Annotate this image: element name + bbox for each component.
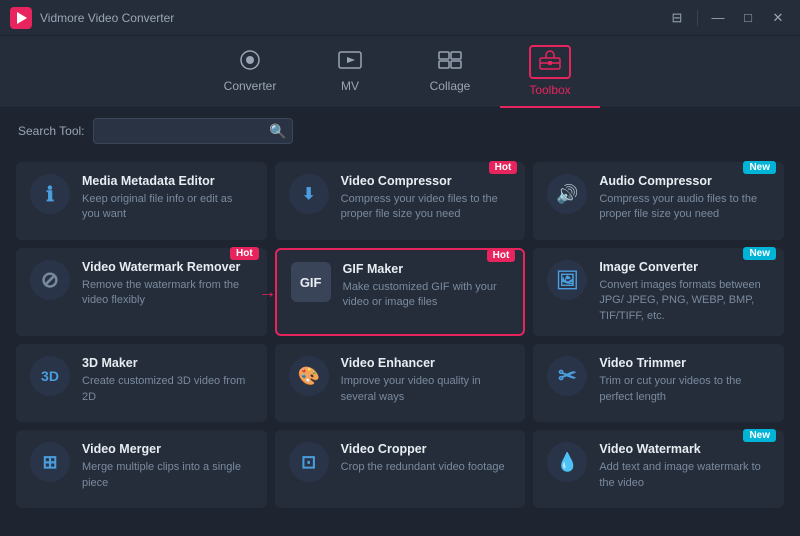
desc-video-compressor: Compress your video files to the proper … xyxy=(341,192,512,223)
title-image-converter: Image Converter xyxy=(599,260,770,274)
icon-media-metadata-editor: ℹ xyxy=(30,174,70,214)
desc-image-converter: Convert images formats between JPG/ JPEG… xyxy=(599,278,770,324)
desc-video-trimmer: Trim or cut your videos to the perfect l… xyxy=(599,374,770,405)
icon-video-cropper: ⊡ xyxy=(289,442,329,482)
app-logo xyxy=(10,7,32,29)
search-input[interactable] xyxy=(93,118,293,144)
tool-card-video-watermark-remover[interactable]: Hot ⊘ Video Watermark Remover Remove the wa… xyxy=(16,248,267,336)
desc-video-enhancer: Improve your video quality in several wa… xyxy=(341,374,512,405)
tool-card-audio-compressor[interactable]: New 🔊 Audio Compressor Compress your audio … xyxy=(533,162,784,240)
title-video-trimmer: Video Trimmer xyxy=(599,356,770,370)
converter-icon xyxy=(237,49,263,75)
search-label: Search Tool: xyxy=(18,124,85,138)
icon-3d-maker: 3D xyxy=(30,356,70,396)
desc-3d-maker: Create customized 3D video from 2D xyxy=(82,374,253,405)
nav-label-collage: Collage xyxy=(430,79,471,93)
icon-video-merger: ⊞ xyxy=(30,442,70,482)
text-image-converter: Image Converter Convert images formats be… xyxy=(599,260,770,324)
title-gif-maker: GIF Maker xyxy=(343,262,510,276)
text-3d-maker: 3D Maker Create customized 3D video from … xyxy=(82,356,253,405)
title-video-cropper: Video Cropper xyxy=(341,442,512,456)
nav-label-toolbox: Toolbox xyxy=(529,83,570,97)
icon-gif-maker: GIF xyxy=(291,262,331,302)
title-video-compressor: Video Compressor xyxy=(341,174,512,188)
search-icon[interactable]: 🔍 xyxy=(269,123,286,140)
text-video-compressor: Video Compressor Compress your video file… xyxy=(341,174,512,223)
icon-audio-compressor: 🔊 xyxy=(547,174,587,214)
nav-item-collage[interactable]: Collage xyxy=(400,36,500,108)
tool-card-video-watermark[interactable]: New 💧 Video Watermark Add text and image wa… xyxy=(533,430,784,508)
nav-item-converter[interactable]: Converter xyxy=(200,36,300,108)
tool-card-video-trimmer[interactable]: ✂ Video Trimmer Trim or cut your videos to… xyxy=(533,344,784,422)
title-bar: Vidmore Video Converter ⊟ — □ ✕ xyxy=(0,0,800,36)
badge-audio-compressor: New xyxy=(743,161,776,174)
text-video-merger: Video Merger Merge multiple clips into a … xyxy=(82,442,253,491)
nav-item-mv[interactable]: MV xyxy=(300,36,400,108)
tool-card-video-cropper[interactable]: ⊡ Video Cropper Crop the redundant video f… xyxy=(275,430,526,508)
text-video-trimmer: Video Trimmer Trim or cut your videos to … xyxy=(599,356,770,405)
desc-media-metadata-editor: Keep original file info or edit as you w… xyxy=(82,192,253,223)
text-audio-compressor: Audio Compressor Compress your audio file… xyxy=(599,174,770,223)
toolbox-icon xyxy=(529,45,571,79)
desc-video-merger: Merge multiple clips into a single piece xyxy=(82,460,253,491)
nav-label-converter: Converter xyxy=(224,79,277,93)
desc-audio-compressor: Compress your audio files to the proper … xyxy=(599,192,770,223)
desc-gif-maker: Make customized GIF with your video or i… xyxy=(343,280,510,311)
title-video-enhancer: Video Enhancer xyxy=(341,356,512,370)
arrow-indicator: → xyxy=(259,282,277,303)
badge-image-converter: New xyxy=(743,247,776,260)
mv-icon xyxy=(337,49,363,75)
tool-card-3d-maker[interactable]: 3D 3D Maker Create customized 3D video fro… xyxy=(16,344,267,422)
separator xyxy=(697,10,698,26)
nav-item-toolbox[interactable]: Toolbox xyxy=(500,36,600,108)
text-video-watermark-remover: Video Watermark Remover Remove the waterm… xyxy=(82,260,253,309)
title-video-watermark: Video Watermark xyxy=(599,442,770,456)
tool-card-gif-maker[interactable]: →HotGIFGIF MakerMake customized GIF with… xyxy=(275,248,526,336)
search-input-wrap: 🔍 xyxy=(93,118,293,144)
search-bar: Search Tool: 🔍 xyxy=(0,108,800,154)
badge-gif-maker: Hot xyxy=(487,249,516,262)
title-video-merger: Video Merger xyxy=(82,442,253,456)
text-media-metadata-editor: Media Metadata Editor Keep original file … xyxy=(82,174,253,223)
title-video-watermark-remover: Video Watermark Remover xyxy=(82,260,253,274)
desc-video-cropper: Crop the redundant video footage xyxy=(341,460,512,475)
text-video-cropper: Video Cropper Crop the redundant video fo… xyxy=(341,442,512,475)
collage-icon xyxy=(437,49,463,75)
badge-video-watermark: New xyxy=(743,429,776,442)
text-gif-maker: GIF Maker Make customized GIF with your v… xyxy=(343,262,510,311)
title-3d-maker: 3D Maker xyxy=(82,356,253,370)
icon-video-compressor: ⬇ xyxy=(289,174,329,214)
icon-video-watermark-remover: ⊘ xyxy=(30,260,70,300)
tool-card-video-compressor[interactable]: Hot ⬇ Video Compressor Compress your video … xyxy=(275,162,526,240)
app-title: Vidmore Video Converter xyxy=(40,11,665,25)
icon-video-enhancer: 🎨 xyxy=(289,356,329,396)
top-nav: Converter MV Collage xyxy=(0,36,800,108)
desc-video-watermark-remover: Remove the watermark from the video flex… xyxy=(82,278,253,309)
window-controls: ⊟ — □ ✕ xyxy=(665,9,790,27)
tool-card-image-converter[interactable]: New 🖼 Image Converter Convert images format… xyxy=(533,248,784,336)
tool-grid: ℹ Media Metadata Editor Keep original file… xyxy=(0,154,800,516)
icon-image-converter: 🖼 xyxy=(547,260,587,300)
title-audio-compressor: Audio Compressor xyxy=(599,174,770,188)
text-video-enhancer: Video Enhancer Improve your video quality… xyxy=(341,356,512,405)
icon-video-watermark: 💧 xyxy=(547,442,587,482)
badge-video-watermark-remover: Hot xyxy=(230,247,259,260)
maximize-btn[interactable]: □ xyxy=(736,9,760,27)
icon-video-trimmer: ✂ xyxy=(547,356,587,396)
minimize-btn[interactable]: — xyxy=(706,9,730,27)
desc-video-watermark: Add text and image watermark to the vide… xyxy=(599,460,770,491)
subtitle-btn[interactable]: ⊟ xyxy=(665,9,689,27)
title-media-metadata-editor: Media Metadata Editor xyxy=(82,174,253,188)
badge-video-compressor: Hot xyxy=(489,161,518,174)
tool-card-video-merger[interactable]: ⊞ Video Merger Merge multiple clips into a… xyxy=(16,430,267,508)
nav-label-mv: MV xyxy=(341,79,359,93)
tool-card-media-metadata-editor[interactable]: ℹ Media Metadata Editor Keep original file… xyxy=(16,162,267,240)
tool-card-video-enhancer[interactable]: 🎨 Video Enhancer Improve your video qualit… xyxy=(275,344,526,422)
close-btn[interactable]: ✕ xyxy=(766,9,790,27)
text-video-watermark: Video Watermark Add text and image waterm… xyxy=(599,442,770,491)
